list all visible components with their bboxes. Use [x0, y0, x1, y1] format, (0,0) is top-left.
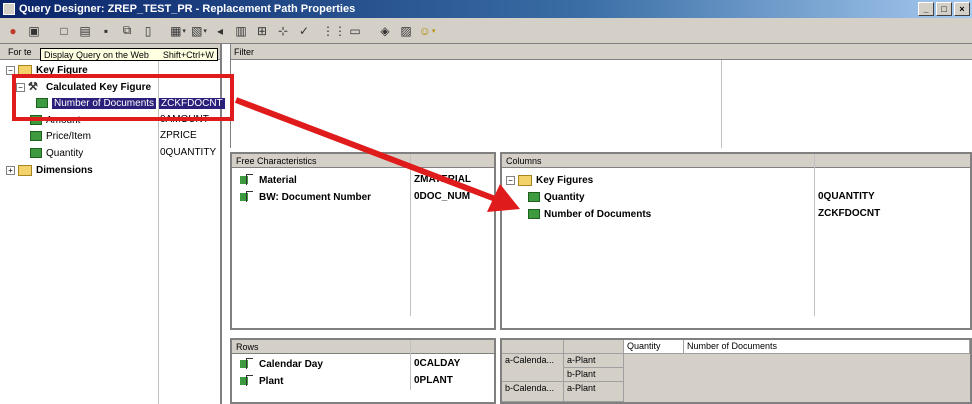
annotation-arrow: [234, 97, 520, 212]
